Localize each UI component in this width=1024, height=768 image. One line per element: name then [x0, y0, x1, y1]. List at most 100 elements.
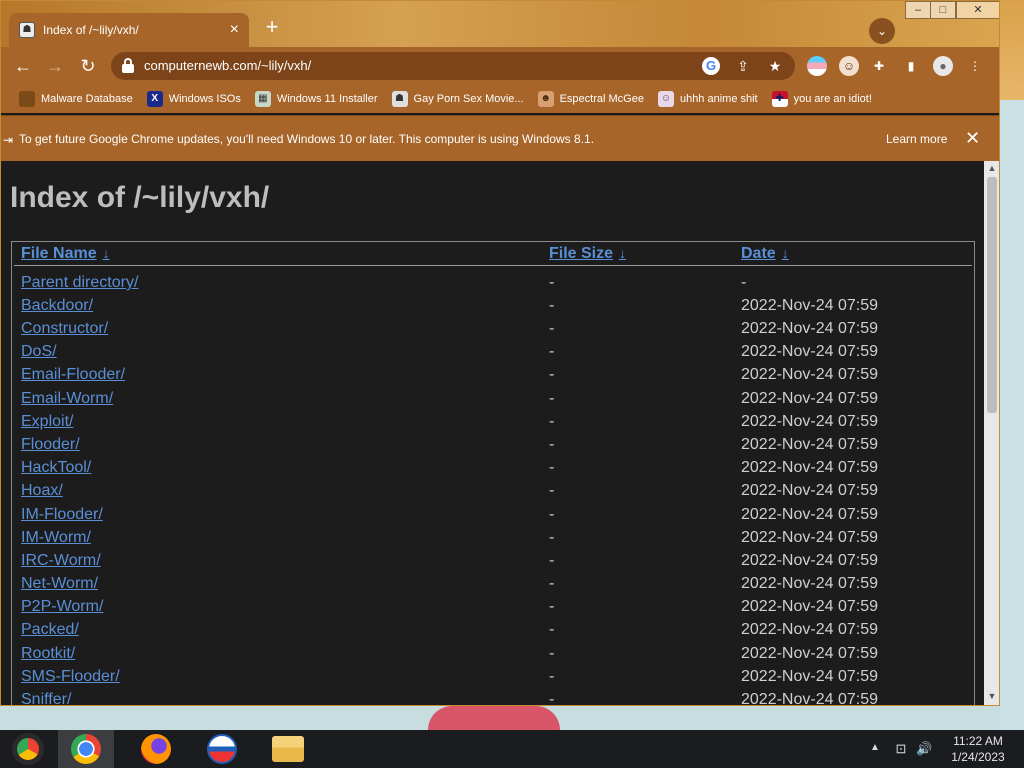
extensions-puzzle-icon[interactable]: ✚ — [869, 56, 889, 76]
table-row: IRC-Worm/ - 2022-Nov-24 07:59 — [12, 552, 972, 575]
file-name-link[interactable]: SMS-Flooder/ — [21, 668, 120, 686]
bookmark-windows-isos[interactable]: X Windows ISOs — [146, 91, 241, 107]
file-name-link[interactable]: IM-Flooder/ — [21, 506, 103, 524]
taskbar-chrome[interactable] — [58, 730, 114, 768]
table-row: Email-Flooder/ - 2022-Nov-24 07:59 — [12, 366, 972, 389]
file-name-link[interactable]: Flooder/ — [21, 436, 80, 454]
taskbar-outlook[interactable] — [194, 730, 250, 768]
bookmark-star-icon[interactable]: ★ — [766, 57, 784, 75]
lock-icon[interactable] — [121, 58, 135, 74]
file-name-link[interactable]: Net-Worm/ — [21, 575, 98, 593]
table-row: Backdoor/ - 2022-Nov-24 07:59 — [12, 297, 972, 320]
file-size-cell: - — [549, 366, 555, 383]
file-name-link[interactable]: DoS/ — [21, 343, 57, 361]
google-lens-icon[interactable]: G — [702, 57, 720, 75]
extension-flag-icon[interactable] — [807, 56, 827, 76]
clock-time: 11:22 AM — [953, 734, 1003, 748]
tab-search-button[interactable]: ⌄ — [869, 18, 895, 44]
date-cell: 2022-Nov-24 07:59 — [741, 297, 878, 314]
taskbar-firefox[interactable] — [128, 730, 184, 768]
network-icon[interactable]: ⊡ — [893, 741, 909, 757]
file-name-link[interactable]: Constructor/ — [21, 320, 108, 338]
table-row: DoS/ - 2022-Nov-24 07:59 — [12, 343, 972, 366]
vertical-scrollbar[interactable]: ▲ ▼ — [984, 161, 999, 705]
table-row: SMS-Flooder/ - 2022-Nov-24 07:59 — [12, 668, 972, 691]
file-name-link[interactable]: Exploit/ — [21, 413, 73, 431]
learn-more-link[interactable]: Learn more — [886, 132, 947, 146]
anime-icon: ☺ — [657, 91, 674, 107]
directory-listing-table: File Name ↓ File Size ↓ Date ↓ Parent direc… — [11, 241, 975, 706]
url-text[interactable]: computernewb.com/~lily/vxh/ — [144, 58, 311, 73]
file-name-link[interactable]: Parent directory/ — [21, 274, 138, 292]
tab-close-icon[interactable]: × — [230, 22, 239, 38]
side-panel-icon[interactable]: ▮ — [901, 56, 921, 76]
file-size-cell: - — [549, 645, 555, 662]
volume-icon[interactable]: 🔊 — [916, 741, 932, 757]
address-bar[interactable]: computernewb.com/~lily/vxh/ G ⇪ ★ — [111, 52, 795, 80]
bookmark-espectral-mcgee[interactable]: ☻ Espectral McGee — [537, 91, 644, 107]
file-name-link[interactable]: IM-Worm/ — [21, 529, 91, 547]
reload-icon[interactable]: ↻ — [76, 54, 100, 78]
system-clock[interactable]: 11:22 AM 1/24/2023 — [940, 733, 1016, 765]
file-name-link[interactable]: Backdoor/ — [21, 297, 93, 315]
scrollbar-thumb[interactable] — [987, 177, 997, 413]
file-size-cell: - — [549, 575, 555, 592]
show-hidden-icons-icon[interactable]: ▲ — [870, 742, 880, 753]
date-cell: 2022-Nov-24 07:59 — [741, 320, 878, 337]
file-name-link[interactable]: Email-Flooder/ — [21, 366, 125, 384]
date-cell: 2022-Nov-24 07:59 — [741, 668, 878, 685]
table-row: Email-Worm/ - 2022-Nov-24 07:59 — [12, 390, 972, 413]
start-button[interactable] — [0, 730, 56, 768]
table-row: Rootkit/ - 2022-Nov-24 07:59 — [12, 645, 972, 668]
file-name-link[interactable]: HackTool/ — [21, 459, 91, 477]
file-name-link[interactable]: IRC-Worm/ — [21, 552, 101, 570]
file-name-link[interactable]: P2P-Worm/ — [21, 598, 103, 616]
date-cell: 2022-Nov-24 07:59 — [741, 691, 878, 706]
file-name-link[interactable]: Packed/ — [21, 621, 79, 639]
file-name-link[interactable]: Hoax/ — [21, 482, 63, 500]
file-name-link[interactable]: Rootkit/ — [21, 645, 75, 663]
file-explorer-icon — [272, 736, 304, 762]
bookmark-icon — [19, 91, 35, 107]
infobar-close-icon[interactable]: ✕ — [965, 128, 980, 149]
bookmark-malware-database[interactable]: Malware Database — [19, 91, 133, 107]
profile-avatar-icon[interactable]: ● — [933, 56, 953, 76]
window-close-button[interactable]: ✕ — [956, 1, 999, 19]
column-header-file-name[interactable]: File Name ↓ — [21, 245, 110, 263]
date-cell: 2022-Nov-24 07:59 — [741, 413, 878, 430]
file-size-cell: - — [549, 482, 555, 499]
profile-extension-icon[interactable]: ☺ — [839, 56, 859, 76]
info-arrow-icon: ⇥ — [3, 133, 14, 147]
scroll-up-arrow-icon[interactable]: ▲ — [987, 163, 997, 173]
bookmark-site[interactable]: ☗ Gay Porn Sex Movie... — [391, 91, 524, 107]
table-row: IM-Flooder/ - 2022-Nov-24 07:59 — [12, 506, 972, 529]
file-size-cell: - — [549, 436, 555, 453]
desktop-wallpaper — [1000, 0, 1024, 730]
new-tab-button[interactable]: + — [261, 16, 283, 39]
file-name-link[interactable]: Sniffer/ — [21, 691, 71, 705]
taskbar-file-explorer[interactable] — [260, 730, 316, 768]
bookmark-windows-11-installer[interactable]: ▦ Windows 11 Installer — [254, 91, 378, 107]
sort-arrow-icon: ↓ — [102, 245, 110, 261]
browser-tab[interactable]: ☗ Index of /~lily/vxh/ × — [9, 13, 249, 47]
column-header-file-size[interactable]: File Size ↓ — [549, 245, 626, 263]
table-row: Flooder/ - 2022-Nov-24 07:59 — [12, 436, 972, 459]
back-arrow-icon[interactable]: ← — [11, 54, 35, 78]
date-cell: 2022-Nov-24 07:59 — [741, 436, 878, 453]
file-name-link[interactable]: Email-Worm/ — [21, 390, 113, 408]
column-header-date[interactable]: Date ↓ — [741, 245, 789, 263]
menu-dots-icon[interactable]: ⋮ — [965, 56, 985, 76]
minimize-button[interactable]: – — [905, 1, 931, 19]
bookmark-anime[interactable]: ☺ uhhh anime shit — [657, 91, 758, 107]
share-icon[interactable]: ⇪ — [734, 57, 752, 75]
bookmark-you-are-an-idiot[interactable]: ✚ you are an idiot! — [771, 91, 872, 107]
table-row: IM-Worm/ - 2022-Nov-24 07:59 — [12, 529, 972, 552]
maximize-button[interactable]: □ — [930, 1, 956, 19]
table-row: P2P-Worm/ - 2022-Nov-24 07:59 — [12, 598, 972, 621]
forward-arrow-icon[interactable]: → — [43, 54, 67, 78]
date-cell: 2022-Nov-24 07:59 — [741, 343, 878, 360]
scroll-down-arrow-icon[interactable]: ▼ — [987, 691, 997, 701]
chrome-icon — [71, 734, 101, 764]
table-row: Constructor/ - 2022-Nov-24 07:59 — [12, 320, 972, 343]
file-size-cell: - — [549, 552, 555, 569]
